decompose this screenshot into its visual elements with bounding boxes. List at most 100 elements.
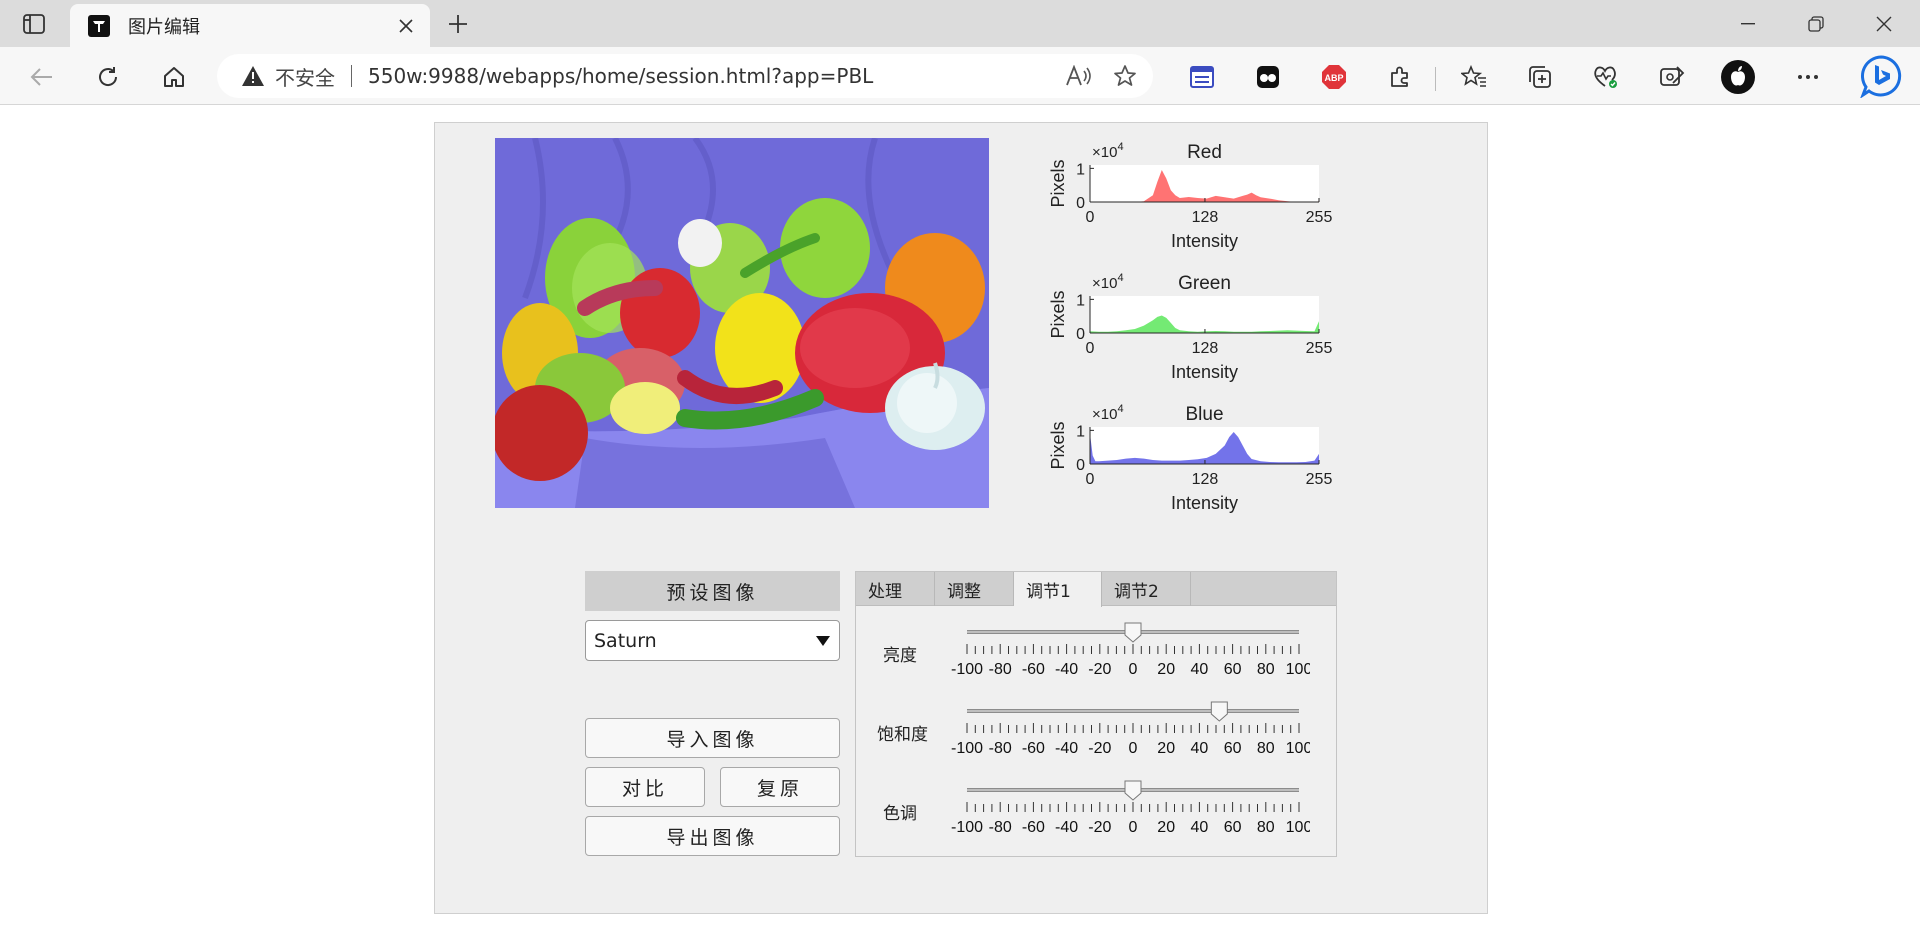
- favorite-star-button[interactable]: [1107, 58, 1143, 94]
- slider-tick-label: -40: [1055, 740, 1078, 757]
- y-exponent-power: 4: [1117, 403, 1123, 415]
- preview-image: [495, 138, 989, 508]
- import-image-button[interactable]: 导入图像: [585, 718, 840, 758]
- close-window-button[interactable]: [1851, 0, 1917, 47]
- slider-tick-label: 60: [1224, 819, 1242, 836]
- browser-essentials-button[interactable]: [1588, 59, 1624, 95]
- slider-tick-label: -100: [951, 661, 983, 678]
- read-aloud-icon: [1066, 65, 1091, 86]
- slider-tick-label: -100: [951, 819, 983, 836]
- plot-area: [1090, 165, 1319, 202]
- mask-extension-button[interactable]: [1250, 59, 1286, 95]
- slider-tick-label: -60: [1022, 819, 1045, 836]
- more-dots-icon: [1798, 75, 1818, 79]
- url-text[interactable]: 550w:9988/webapps/home/session.html?app=…: [368, 64, 1061, 88]
- slider-tick-label: 80: [1257, 819, 1275, 836]
- star-icon: [1114, 65, 1136, 86]
- histogram-title: Blue: [1185, 404, 1223, 425]
- collections-ext-button[interactable]: [1184, 59, 1220, 95]
- slider-tick-label: -80: [989, 740, 1012, 757]
- slider-tick-label: -80: [989, 661, 1012, 678]
- x-tick-label: 128: [1192, 471, 1219, 488]
- read-aloud-button[interactable]: [1061, 58, 1097, 94]
- y-exponent-label: ×104: [1092, 141, 1124, 161]
- slider-tick-label: -20: [1088, 819, 1111, 836]
- tab-close-button[interactable]: [388, 8, 424, 44]
- performance-icon: [1660, 66, 1685, 86]
- preset-image-header: 预设图像: [585, 571, 840, 611]
- favorites-button[interactable]: [1456, 59, 1492, 95]
- saturation-label: 饱和度: [877, 725, 928, 745]
- toolbar-divider: [1435, 67, 1436, 91]
- tab-tune-2[interactable]: 调节2: [1102, 572, 1191, 606]
- brightness-slider[interactable]: -100 -80 -60 -40 -20 0 20 40 60 80 100: [940, 618, 1310, 680]
- restore-window-button[interactable]: [1783, 0, 1849, 47]
- new-tab-button[interactable]: [440, 8, 476, 40]
- x-tick-label: 0: [1086, 209, 1095, 226]
- slider-thumb[interactable]: [1124, 780, 1142, 801]
- tab-process[interactable]: 处理: [856, 572, 935, 606]
- preset-image-dropdown[interactable]: Saturn: [585, 620, 840, 661]
- export-image-button[interactable]: 导出图像: [585, 816, 840, 856]
- slider-tick-label: 0: [1129, 661, 1138, 678]
- minimize-icon: [1741, 22, 1755, 24]
- slider-tick-label: 0: [1129, 819, 1138, 836]
- tab-adjust[interactable]: 调整: [935, 572, 1014, 606]
- brightness-label: 亮度: [883, 646, 917, 666]
- browser-tab-bar: 图片编辑: [0, 0, 1920, 47]
- more-menu-button[interactable]: [1790, 59, 1826, 95]
- puzzle-icon: [1391, 66, 1408, 87]
- x-axis-label: Intensity: [1171, 231, 1238, 251]
- histogram-title: Red: [1187, 142, 1222, 163]
- home-button[interactable]: [156, 59, 192, 95]
- slider-tick-label: 20: [1157, 740, 1175, 757]
- profile-avatar-button[interactable]: [1720, 59, 1756, 95]
- x-tick-label: 128: [1192, 340, 1219, 357]
- compare-button[interactable]: 对比: [585, 767, 705, 807]
- back-arrow-icon: [30, 68, 52, 86]
- slider-thumb[interactable]: [1124, 622, 1142, 643]
- y-exponent-power: 4: [1117, 272, 1123, 284]
- address-bar[interactable]: 不安全 550w:9988/webapps/home/session.html?…: [217, 54, 1153, 98]
- tab-actions-button[interactable]: [16, 10, 52, 38]
- x-axis-label: Intensity: [1171, 493, 1238, 513]
- y-axis-label: Pixels: [1048, 421, 1068, 469]
- tab-tune-1[interactable]: 调节1: [1014, 572, 1102, 607]
- slider-thumb[interactable]: [1210, 701, 1228, 722]
- restore-button[interactable]: 复原: [720, 767, 840, 807]
- bing-copilot-button[interactable]: [1858, 53, 1904, 99]
- x-tick-label: 255: [1306, 209, 1333, 226]
- y-tick-label: 1: [1076, 161, 1085, 178]
- x-tick-label: 0: [1086, 471, 1095, 488]
- heart-pulse-icon: [1594, 66, 1617, 88]
- saturation-slider[interactable]: -100 -80 -60 -40 -20 0 20 40 60 80 100: [940, 697, 1310, 759]
- refresh-icon: [99, 67, 118, 86]
- x-tick-label: 128: [1192, 209, 1219, 226]
- performance-button[interactable]: [1654, 59, 1690, 95]
- browser-tab[interactable]: 图片编辑: [70, 4, 430, 47]
- blue-histogram: Blue ×104 0 1 0 128 255 Intensity Pixels: [1040, 401, 1340, 531]
- back-button[interactable]: [24, 59, 60, 95]
- refresh-button[interactable]: [90, 59, 126, 95]
- slider-tick-label: 100: [1286, 661, 1310, 678]
- extensions-button[interactable]: [1382, 59, 1418, 95]
- insecure-label[interactable]: 不安全: [275, 62, 335, 91]
- green-histogram: Green ×104 0 1 0 128 255 Intensity Pixels: [1040, 270, 1340, 400]
- hue-slider[interactable]: -100 -80 -60 -40 -20 0 20 40 60 80 100: [940, 776, 1310, 838]
- red-histogram: Red ×104 0 1 0 128 255 Intensity Pixels: [1040, 139, 1340, 269]
- adblock-button[interactable]: ABP: [1316, 59, 1352, 95]
- slider-tick-label: 80: [1257, 661, 1275, 678]
- warning-icon[interactable]: [241, 64, 265, 88]
- app-favicon-icon: [88, 14, 110, 37]
- slider-tick-label: -40: [1055, 661, 1078, 678]
- slider-tick-label: 40: [1191, 740, 1209, 757]
- browser-toolbar: 不安全 550w:9988/webapps/home/session.html?…: [0, 47, 1920, 105]
- y-axis-label: Pixels: [1048, 290, 1068, 338]
- minimize-button[interactable]: [1715, 0, 1781, 47]
- slider-tick-label: 60: [1224, 661, 1242, 678]
- y-axis-label: Pixels: [1048, 159, 1068, 207]
- slider-tick-label: 0: [1129, 740, 1138, 757]
- x-tick-label: 255: [1306, 471, 1333, 488]
- slider-tick-label: 20: [1157, 819, 1175, 836]
- collections-button[interactable]: [1522, 59, 1558, 95]
